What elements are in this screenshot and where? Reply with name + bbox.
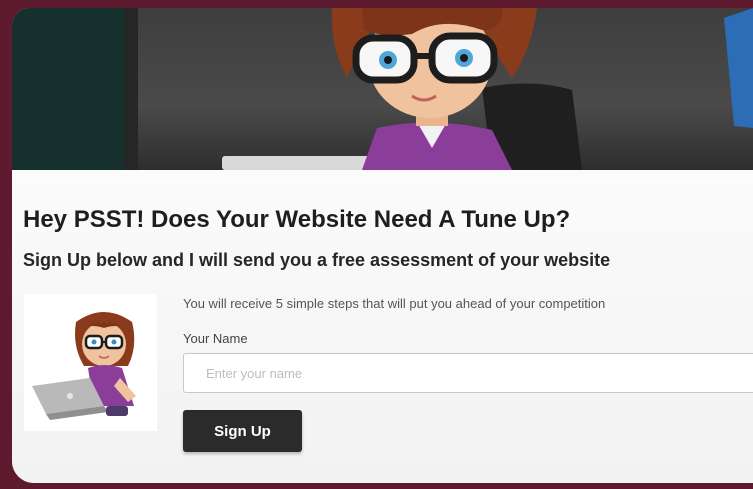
cartoon-laptop-thumbnail — [24, 294, 157, 431]
optin-subheadline: Sign Up below and I will send you a free… — [23, 250, 611, 270]
optin-description: You will receive 5 simple steps that wil… — [183, 296, 606, 311]
optin-headline: Hey PSST! Does Your Website Need A Tune … — [23, 206, 571, 233]
name-input[interactable] — [183, 353, 753, 393]
sign-up-button[interactable]: Sign Up — [183, 410, 302, 452]
optin-card: Hey PSST! Does Your Website Need A Tune … — [12, 8, 753, 483]
hero-image — [12, 8, 753, 170]
name-field-label: Your Name — [183, 331, 248, 346]
optin-form-area: Hey PSST! Does Your Website Need A Tune … — [12, 170, 753, 483]
